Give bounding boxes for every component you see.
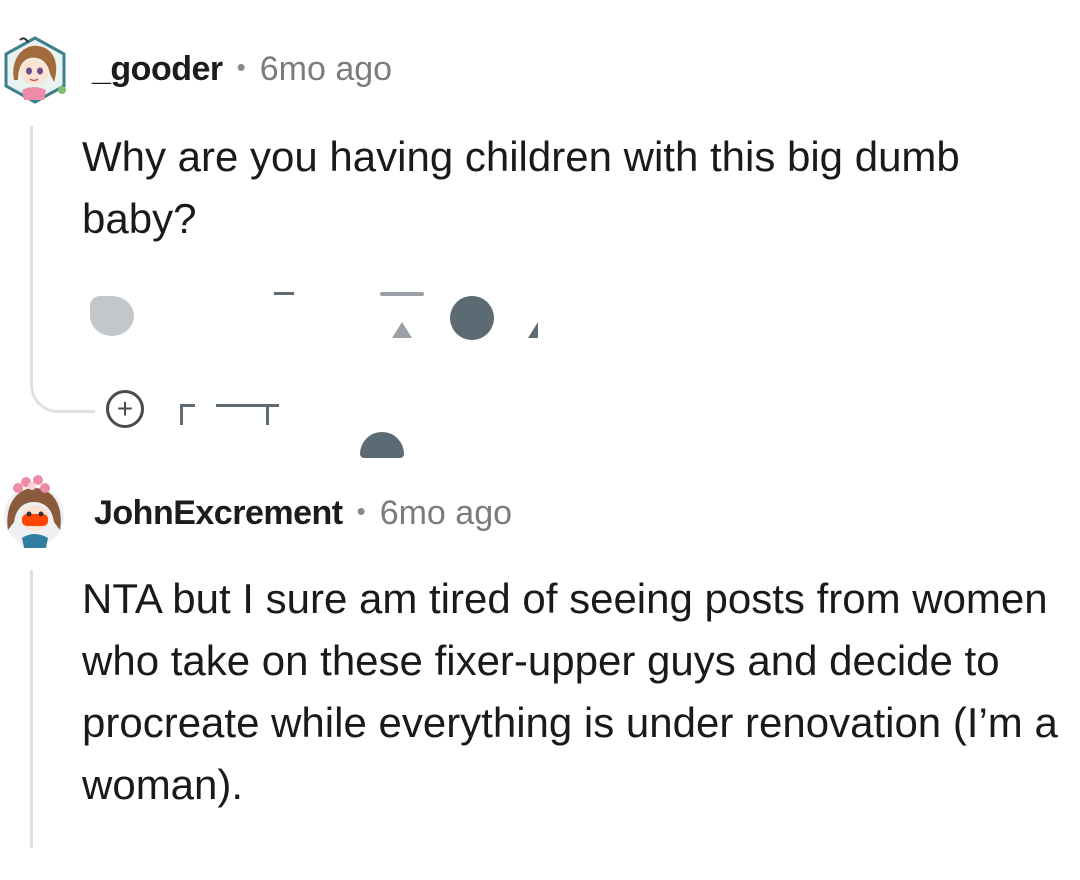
comment-body: Why are you having children with this bi… xyxy=(82,126,960,250)
reply-icon[interactable] xyxy=(90,296,134,336)
more-replies-glyph xyxy=(360,432,404,458)
plus-circle-icon[interactable]: + xyxy=(106,390,144,428)
user-avatar[interactable] xyxy=(0,34,68,104)
more-icon[interactable] xyxy=(528,322,538,338)
comment-line: baby? xyxy=(82,195,197,242)
award-icon[interactable] xyxy=(380,292,424,340)
more-replies-glyph xyxy=(180,404,195,425)
thread-line[interactable] xyxy=(30,570,33,848)
upvote-icon[interactable] xyxy=(274,292,294,295)
comment-line: woman). xyxy=(82,761,244,808)
meta-separator: • xyxy=(236,52,246,82)
more-replies-glyph xyxy=(266,404,279,425)
timestamp[interactable]: 6mo ago xyxy=(380,494,512,533)
thread-line[interactable] xyxy=(30,126,33,376)
comment-actions xyxy=(88,292,548,342)
more-replies-button[interactable]: + xyxy=(106,390,406,460)
comment-line: who take on these fixer-upper guys and d… xyxy=(82,637,1000,684)
share-icon[interactable] xyxy=(450,296,494,340)
comment-body: NTA but I sure am tired of seeing posts … xyxy=(82,568,1058,816)
meta-separator: • xyxy=(356,496,366,526)
thread-connector xyxy=(30,350,95,413)
comment-line: Why are you having children with this bi… xyxy=(82,133,960,180)
username[interactable]: JohnExcrement xyxy=(94,494,343,533)
timestamp[interactable]: 6mo ago xyxy=(260,50,392,89)
username[interactable]: _gooder xyxy=(92,50,223,89)
comment-line: procreate while everything is under reno… xyxy=(82,699,1058,746)
comment-line: NTA but I sure am tired of seeing posts … xyxy=(82,575,1048,622)
user-avatar[interactable] xyxy=(0,474,68,548)
